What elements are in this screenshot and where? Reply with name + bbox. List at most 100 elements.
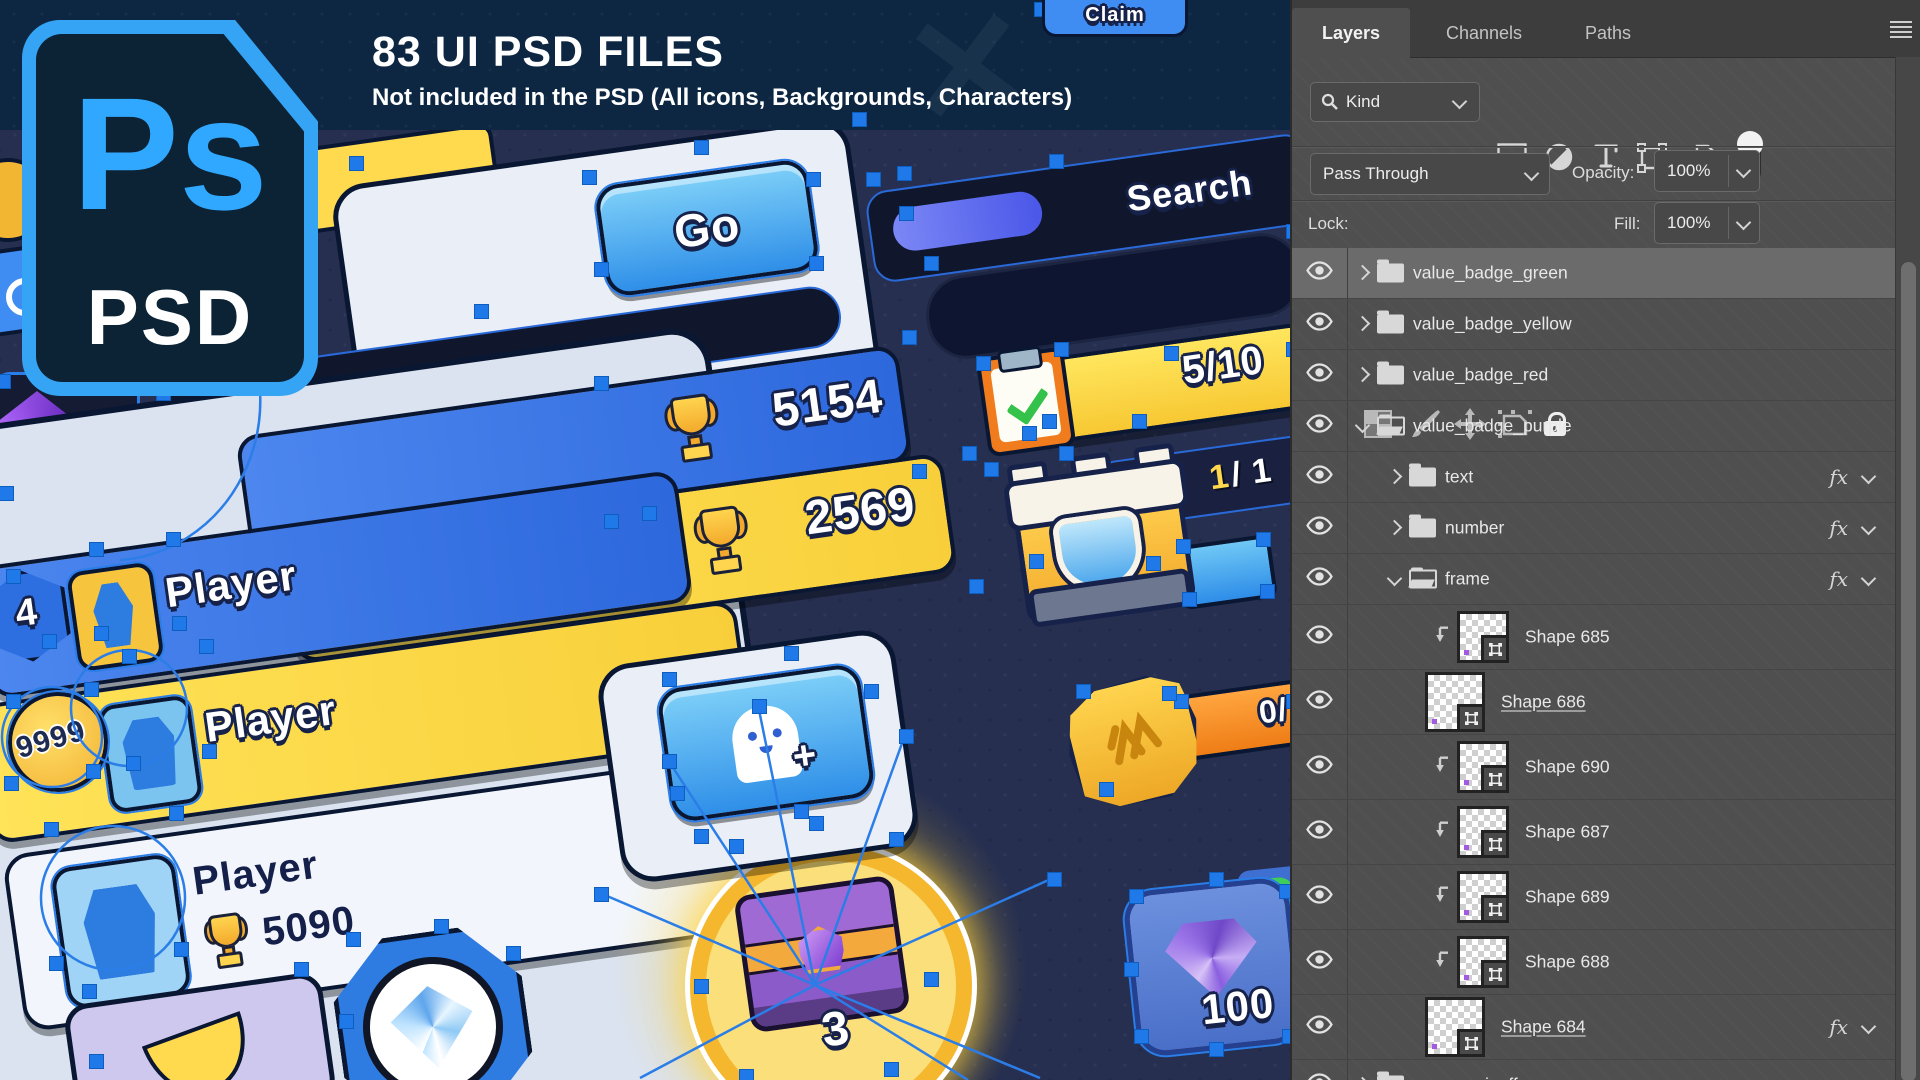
selection-handle[interactable] — [662, 672, 677, 687]
selection-handle[interactable] — [6, 694, 21, 709]
fx-badge[interactable]: fx — [1829, 516, 1848, 540]
selection-handle[interactable] — [752, 699, 767, 714]
selection-handle[interactable] — [594, 887, 609, 902]
selection-handle[interactable] — [1022, 426, 1037, 441]
selection-handle[interactable] — [864, 684, 879, 699]
visibility-eye-icon[interactable] — [1306, 516, 1333, 540]
selection-handle[interactable] — [884, 1062, 899, 1077]
selection-handle[interactable] — [506, 946, 521, 961]
selection-handle[interactable] — [89, 1054, 104, 1069]
add-friend-button[interactable]: + — [656, 662, 877, 823]
selection-handle[interactable] — [984, 462, 999, 477]
selection-handle[interactable] — [794, 804, 809, 819]
selection-handle[interactable] — [6, 569, 21, 584]
selection-handle[interactable] — [1282, 1029, 1290, 1044]
layer-row-shape-686[interactable]: Shape 686 — [1292, 670, 1896, 735]
selection-handle[interactable] — [694, 979, 709, 994]
layer-row-shape-687[interactable]: Shape 687 — [1292, 800, 1896, 865]
layer-row-shape-690[interactable]: Shape 690 — [1292, 735, 1896, 800]
claim-button[interactable]: Claim — [1042, 0, 1188, 37]
selection-handle[interactable] — [1209, 1042, 1224, 1057]
visibility-eye-icon[interactable] — [1306, 1073, 1333, 1080]
selection-handle[interactable] — [172, 616, 187, 631]
selection-handle[interactable] — [889, 832, 904, 847]
layer-row-frame[interactable]: framefx — [1292, 554, 1896, 605]
selection-handle[interactable] — [739, 1069, 754, 1080]
player2-avatar[interactable] — [97, 694, 203, 814]
selection-handle[interactable] — [1099, 782, 1114, 797]
selection-handle[interactable] — [924, 972, 939, 987]
visibility-eye-icon[interactable] — [1306, 625, 1333, 649]
selection-handle[interactable] — [4, 776, 19, 791]
chevron-right-icon[interactable] — [1355, 316, 1371, 332]
selection-handle[interactable] — [976, 356, 991, 371]
selection-handle[interactable] — [1047, 872, 1062, 887]
selection-handle[interactable] — [122, 649, 137, 664]
fill-input[interactable]: 100% — [1654, 202, 1760, 244]
selection-handle[interactable] — [852, 112, 867, 127]
selection-handle[interactable] — [1042, 414, 1057, 429]
selection-handle[interactable] — [969, 579, 984, 594]
selection-handle[interactable] — [899, 206, 914, 221]
panel-scrollbar[interactable] — [1895, 57, 1920, 1080]
selection-handle[interactable] — [1256, 532, 1271, 547]
blend-mode-dropdown[interactable]: Pass Through — [1310, 153, 1550, 195]
layer-row-text[interactable]: textfx — [1292, 452, 1896, 503]
layer-row-shape-684[interactable]: Shape 684fx — [1292, 995, 1896, 1060]
selection-handle[interactable] — [729, 839, 744, 854]
visibility-eye-icon[interactable] — [1306, 261, 1333, 285]
layer-thumbnail[interactable] — [1425, 997, 1485, 1057]
layer-row-value_badge_green[interactable]: value_badge_green — [1292, 248, 1896, 299]
selection-handle[interactable] — [94, 626, 109, 641]
tab-channels[interactable]: Channels — [1414, 8, 1554, 58]
selection-handle[interactable] — [1129, 889, 1144, 904]
selection-handle[interactable] — [44, 822, 59, 837]
visibility-eye-icon[interactable] — [1306, 567, 1333, 591]
selection-handle[interactable] — [902, 330, 917, 345]
selection-handle[interactable] — [670, 786, 685, 801]
selection-handle[interactable] — [1279, 884, 1290, 899]
layer-row-number[interactable]: numberfx — [1292, 503, 1896, 554]
selection-handle[interactable] — [434, 919, 449, 934]
chevron-right-icon[interactable] — [1355, 367, 1371, 383]
selection-handle[interactable] — [1059, 446, 1074, 461]
selection-handle[interactable] — [899, 729, 914, 744]
selection-handle[interactable] — [86, 764, 101, 779]
visibility-eye-icon[interactable] — [1306, 1015, 1333, 1039]
selection-handle[interactable] — [897, 166, 912, 181]
selection-handle[interactable] — [806, 172, 821, 187]
selection-handle[interactable] — [199, 639, 214, 654]
selection-handle[interactable] — [809, 816, 824, 831]
selection-handle[interactable] — [1054, 342, 1069, 357]
chevron-down-icon[interactable] — [1387, 571, 1403, 587]
layer-row-shape-688[interactable]: Shape 688 — [1292, 930, 1896, 995]
tab-layers[interactable]: Layers — [1292, 8, 1410, 58]
selection-handle[interactable] — [642, 506, 657, 521]
selection-handle[interactable] — [294, 962, 309, 977]
visibility-eye-icon[interactable] — [1306, 755, 1333, 779]
layer-thumbnail[interactable] — [1457, 871, 1509, 923]
selection-handle[interactable] — [1146, 556, 1161, 571]
chevron-right-icon[interactable] — [1387, 520, 1403, 536]
visibility-eye-icon[interactable] — [1306, 312, 1333, 336]
player3-avatar[interactable] — [50, 853, 193, 1011]
selection-handle[interactable] — [924, 256, 939, 271]
selection-handle[interactable] — [1176, 539, 1191, 554]
chevron-down-icon[interactable] — [1861, 571, 1877, 587]
selection-handle[interactable] — [582, 170, 597, 185]
opacity-input[interactable]: 100% — [1654, 150, 1760, 192]
selection-handle[interactable] — [1260, 584, 1275, 599]
selection-handle[interactable] — [126, 756, 141, 771]
selection-handle[interactable] — [1182, 592, 1197, 607]
layer-row-value_badge_yellow[interactable]: value_badge_yellow — [1292, 299, 1896, 350]
player1-avatar[interactable] — [66, 561, 165, 672]
selection-handle[interactable] — [42, 634, 57, 649]
chevron-down-icon[interactable] — [1861, 520, 1877, 536]
chevron-right-icon[interactable] — [1355, 265, 1371, 281]
selection-handle[interactable] — [594, 376, 609, 391]
selection-handle[interactable] — [912, 464, 927, 479]
tab-paths[interactable]: Paths — [1558, 8, 1658, 58]
selection-handle[interactable] — [1124, 962, 1139, 977]
selection-handle[interactable] — [1164, 346, 1179, 361]
chevron-down-icon[interactable] — [1861, 469, 1877, 485]
